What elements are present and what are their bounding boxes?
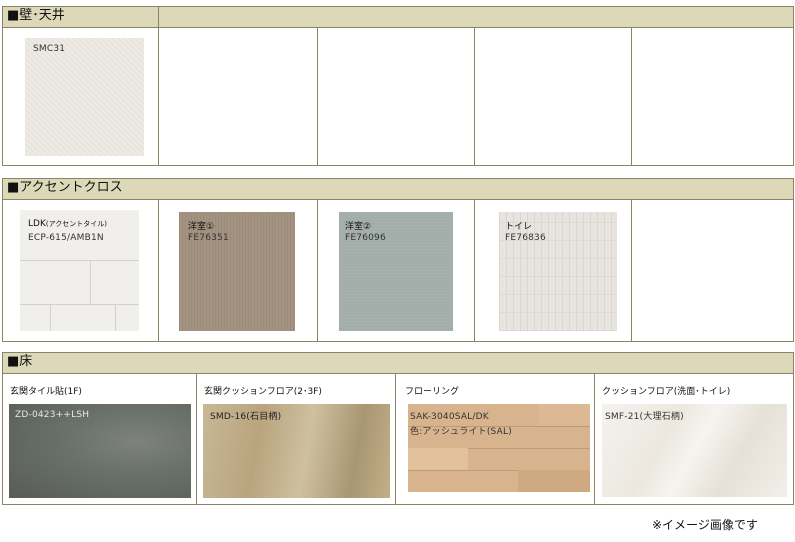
swatch-smc31 (25, 38, 144, 156)
floor-label-genkan-cf: 玄関クッションフロア(2･3F) (204, 387, 322, 397)
room-label-yoshitsu2: 洋室② (345, 222, 372, 232)
floor-label-flooring: フローリング (405, 387, 460, 397)
room-label-ldk: LDK(アクセントタイル) (28, 219, 107, 229)
floor-cell-1: 玄関タイル貼(1F) ZD-0423++LSH (2, 373, 197, 505)
section-title-wall: ■壁･天井 (7, 8, 65, 23)
image-note: ※イメージ画像です (652, 518, 758, 532)
accent-cell-3: 洋室② FE76096 (317, 199, 475, 342)
accent-cell-2: 洋室① FE76351 (158, 199, 318, 342)
section-title-accent: ■アクセントクロス (7, 180, 123, 195)
room-label-toilet: トイレ (505, 222, 533, 232)
section-title-floor: ■床 (7, 354, 33, 369)
swatch-code-zd0423: ZD-0423++LSH (15, 410, 90, 420)
floor-cell-2: 玄関クッションフロア(2･3F) SMD-16(石目柄) (196, 373, 396, 505)
accent-cell-1: LDK(アクセントタイル) ECP-615/AMB1N (2, 199, 159, 342)
swatch-code-fe76096: FE76096 (345, 233, 386, 243)
wall-cell-3 (317, 27, 475, 166)
room-label-yoshitsu1: 洋室① (188, 222, 215, 232)
floor-label-cf-senmen: クッションフロア(洗面･トイレ) (602, 387, 731, 397)
swatch-color-sak3040: 色:アッシュライト(SAL) (410, 427, 512, 437)
room-name-ldk: LDK (28, 219, 46, 229)
swatch-code-fe76836: FE76836 (505, 233, 546, 243)
wall-cell-1: SMC31 (2, 27, 159, 166)
swatch-code-sak3040: SAK-3040SAL/DK (410, 412, 489, 422)
section-header-accent: ■アクセントクロス (2, 178, 794, 200)
accent-cell-5 (631, 199, 794, 342)
swatch-code-smd16: SMD-16(石目柄) (210, 412, 282, 422)
section-header-floor: ■床 (2, 352, 794, 374)
swatch-code-ldk: ECP-615/AMB1N (28, 233, 104, 243)
floor-cell-4: クッションフロア(洗面･トイレ) SMF-21(大理石柄) (594, 373, 794, 505)
section-header-wall: ■壁･天井 (2, 6, 159, 28)
swatch-code-fe76351: FE76351 (188, 233, 229, 243)
room-note-ldk: (アクセントタイル) (45, 220, 107, 228)
floor-cell-3: フローリング SAK-3040SAL/DK 色:アッシュライト(SAL) (395, 373, 595, 505)
wall-cell-4 (474, 27, 632, 166)
wall-cell-2 (158, 27, 318, 166)
accent-cell-4: トイレ FE76836 (474, 199, 632, 342)
floor-label-genkan-tile: 玄関タイル貼(1F) (10, 387, 82, 397)
section-header-wall-blank (158, 6, 794, 28)
swatch-code-smf21: SMF-21(大理石柄) (605, 412, 684, 422)
wall-cell-5 (631, 27, 794, 166)
swatch-code-smc31: SMC31 (33, 44, 66, 54)
